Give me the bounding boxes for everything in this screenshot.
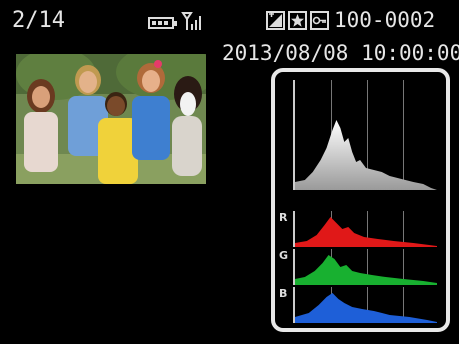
exposure-comp-icon	[266, 11, 285, 30]
channel-label-r: R	[279, 211, 288, 224]
frame-counter: 2/14	[12, 8, 65, 33]
favorite-star-icon	[288, 11, 307, 30]
green-histogram	[293, 249, 437, 285]
image-thumbnail	[16, 54, 206, 184]
blue-histogram	[293, 287, 437, 323]
brightness-histogram	[293, 80, 437, 190]
red-histogram	[293, 211, 437, 247]
channel-label-g: G	[279, 249, 289, 262]
protect-key-icon	[310, 11, 329, 30]
battery-full-icon	[148, 17, 177, 29]
signal-strength-icon	[181, 10, 201, 32]
channel-label-b: B	[279, 287, 288, 300]
file-number: 100-0002	[334, 8, 436, 32]
histogram-panel: R G B	[271, 68, 450, 332]
shooting-datetime: 2013/08/08 10:00:00	[222, 41, 459, 65]
